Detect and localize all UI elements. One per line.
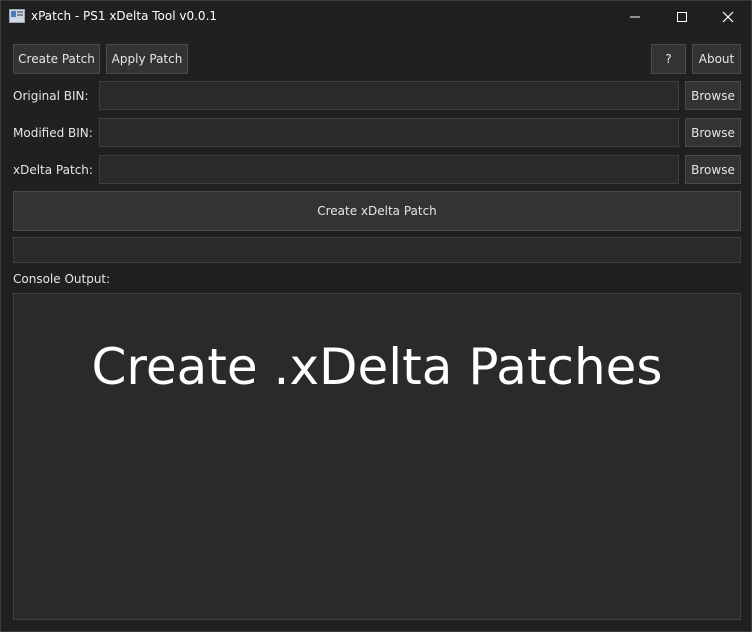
- console-output-label: Console Output:: [13, 272, 111, 286]
- modified-bin-input[interactable]: [99, 118, 679, 147]
- browse-original-button[interactable]: Browse: [685, 81, 741, 110]
- close-icon: [722, 11, 734, 22]
- browse-modified-button[interactable]: Browse: [685, 118, 741, 147]
- xdelta-patch-input[interactable]: [99, 155, 679, 184]
- maximize-icon: [677, 11, 687, 22]
- console-text: Create .xDelta Patches: [91, 338, 663, 396]
- app-window: xPatch - PS1 xDelta Tool v0.0.1 Create P…: [0, 0, 752, 632]
- help-button[interactable]: ?: [651, 44, 686, 74]
- original-bin-input[interactable]: [99, 81, 679, 110]
- browse-patch-button[interactable]: Browse: [685, 155, 741, 184]
- app-icon: [9, 9, 25, 23]
- progress-bar: [13, 237, 741, 263]
- xdelta-patch-label: xDelta Patch:: [13, 163, 93, 177]
- close-button[interactable]: [705, 1, 751, 32]
- original-bin-label: Original BIN:: [13, 89, 89, 103]
- create-xdelta-patch-button[interactable]: Create xDelta Patch: [13, 191, 741, 231]
- minimize-button[interactable]: [612, 1, 658, 32]
- apply-patch-button[interactable]: Apply Patch: [106, 44, 188, 74]
- create-patch-button[interactable]: Create Patch: [13, 44, 100, 74]
- window-title: xPatch - PS1 xDelta Tool v0.0.1: [31, 9, 218, 23]
- about-button[interactable]: About: [692, 44, 741, 74]
- minimize-icon: [630, 16, 640, 17]
- title-bar[interactable]: xPatch - PS1 xDelta Tool v0.0.1: [1, 1, 751, 32]
- modified-bin-label: Modified BIN:: [13, 126, 93, 140]
- maximize-button[interactable]: [659, 1, 705, 32]
- console-output[interactable]: Create .xDelta Patches: [13, 293, 741, 620]
